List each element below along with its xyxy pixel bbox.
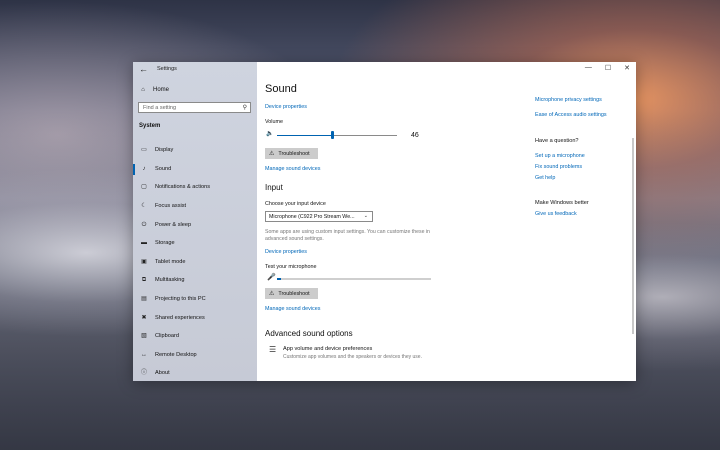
remote-desktop-icon: ↔: [141, 351, 147, 358]
storage-icon: ▬: [141, 240, 147, 247]
main-content: — ☐ ✕ Sound Device properties Volume 🔈 4…: [257, 62, 636, 381]
section-heading: System: [139, 123, 161, 129]
close-icon[interactable]: ✕: [624, 64, 630, 72]
sidebar-item-label: Power & sleep: [155, 221, 192, 228]
title-bar: ← Settings: [133, 62, 257, 78]
app-volume-option[interactable]: App volume and device preferences Custom…: [283, 346, 453, 364]
home-label: Home: [153, 87, 170, 93]
microphone-level-fill: [277, 278, 281, 280]
home-icon: ⌂: [141, 87, 145, 93]
get-help-link[interactable]: Get help: [535, 175, 555, 181]
power-icon: ⏻: [141, 221, 147, 228]
shared-experiences-icon: ✖: [141, 314, 147, 321]
output-manage-devices-link[interactable]: Manage sound devices: [265, 166, 320, 172]
chevron-down-icon: ⌄: [363, 213, 368, 219]
sidebar-item-focus-assist[interactable]: ☾ Focus assist: [133, 197, 257, 216]
sidebar-item-label: About: [155, 370, 170, 377]
output-troubleshoot-button[interactable]: ⚠ Troubleshoot: [265, 148, 318, 159]
input-device-dropdown[interactable]: Microphone (C922 Pro Stream We... ⌄: [265, 211, 373, 222]
sidebar-item-label: Notifications & actions: [155, 184, 211, 191]
test-microphone-label: Test your microphone: [265, 264, 317, 270]
sidebar: ← Settings ⌂ Home Find a setting ⚲ Syste…: [133, 62, 257, 381]
sidebar-item-clipboard[interactable]: ▧ Clipboard: [133, 327, 257, 346]
volume-slider-fill: [277, 135, 332, 136]
ease-of-access-audio-link[interactable]: Ease of Access audio settings: [535, 112, 607, 118]
input-note: Some apps are using custom input setting…: [265, 229, 430, 242]
app-volume-title: App volume and device preferences: [283, 346, 373, 352]
sidebar-item-notifications[interactable]: ▢ Notifications & actions: [133, 178, 257, 197]
give-feedback-link[interactable]: Give us feedback: [535, 211, 577, 217]
sidebar-nav: ▭ Display ♪ Sound ▢ Notifications & acti…: [133, 141, 257, 381]
settings-window: ← Settings ⌂ Home Find a setting ⚲ Syste…: [133, 62, 636, 381]
notifications-icon: ▢: [141, 184, 147, 191]
troubleshoot-label: Troubleshoot: [278, 150, 310, 157]
advanced-heading: Advanced sound options: [265, 329, 353, 338]
sidebar-item-remote-desktop[interactable]: ↔ Remote Desktop: [133, 346, 257, 365]
about-icon: ⓘ: [140, 370, 147, 377]
window-controls: — ☐ ✕: [585, 64, 630, 72]
back-arrow-icon[interactable]: ←: [139, 64, 148, 74]
sidebar-item-projecting[interactable]: ▤ Projecting to this PC: [133, 290, 257, 309]
warning-icon: ⚠: [269, 291, 275, 297]
input-device-selected: Microphone (C922 Pro Stream We...: [269, 213, 355, 220]
sidebar-item-label: Sound: [155, 165, 172, 172]
page-title: Sound: [265, 83, 297, 95]
sidebar-item-about[interactable]: ⓘ About: [133, 364, 257, 381]
clipboard-icon: ▧: [141, 333, 147, 340]
output-device-properties-link[interactable]: Device properties: [265, 104, 307, 110]
sidebar-item-label: Focus assist: [155, 203, 187, 210]
troubleshoot-label: Troubleshoot: [278, 290, 310, 297]
search-placeholder: Find a setting: [143, 105, 177, 111]
scrollbar[interactable]: [632, 138, 634, 334]
input-troubleshoot-button[interactable]: ⚠ Troubleshoot: [265, 288, 318, 299]
input-manage-devices-link[interactable]: Manage sound devices: [265, 306, 320, 312]
sidebar-item-label: Clipboard: [155, 333, 179, 340]
sidebar-item-display[interactable]: ▭ Display: [133, 141, 257, 160]
sidebar-item-label: Projecting to this PC: [155, 296, 206, 303]
input-device-properties-link[interactable]: Device properties: [265, 249, 307, 255]
volume-value: 46: [411, 132, 419, 139]
app-volume-desc: Customize app volumes and the speakers o…: [283, 354, 422, 360]
multitasking-icon: ⧉: [141, 277, 147, 284]
search-input[interactable]: Find a setting ⚲: [138, 102, 251, 113]
sidebar-item-label: Remote Desktop: [155, 351, 197, 358]
sidebar-item-sound[interactable]: ♪ Sound: [133, 160, 257, 179]
sidebar-item-storage[interactable]: ▬ Storage: [133, 234, 257, 253]
sidebar-item-power[interactable]: ⏻ Power & sleep: [133, 215, 257, 234]
microphone-privacy-link[interactable]: Microphone privacy settings: [535, 97, 602, 103]
fix-sound-problems-link[interactable]: Fix sound problems: [535, 164, 582, 170]
warning-icon: ⚠: [269, 151, 275, 157]
sidebar-item-label: Display: [155, 147, 174, 154]
speaker-icon: 🔈: [266, 131, 274, 137]
focus-assist-icon: ☾: [141, 203, 147, 210]
sidebar-item-home[interactable]: ⌂ Home: [137, 84, 253, 96]
sound-icon: ♪: [142, 165, 146, 172]
tablet-mode-icon: ▣: [141, 258, 147, 265]
microphone-level-meter: [277, 278, 431, 280]
volume-slider-thumb[interactable]: [331, 131, 334, 139]
sidebar-item-tablet-mode[interactable]: ▣ Tablet mode: [133, 253, 257, 272]
sidebar-item-label: Shared experiences: [155, 314, 205, 321]
sidebar-item-label: Multitasking: [155, 277, 185, 284]
setup-microphone-link[interactable]: Set up a microphone: [535, 153, 585, 159]
microphone-icon: 🎤: [267, 274, 276, 281]
volume-label: Volume: [265, 119, 283, 125]
display-icon: ▭: [141, 147, 147, 154]
sidebar-item-label: Storage: [155, 240, 175, 247]
window-title: Settings: [157, 66, 177, 72]
input-heading: Input: [265, 183, 283, 192]
maximize-icon[interactable]: ☐: [605, 64, 611, 72]
projecting-icon: ▤: [141, 296, 147, 303]
sidebar-item-multitasking[interactable]: ⧉ Multitasking: [133, 271, 257, 290]
sidebar-item-label: Tablet mode: [155, 258, 186, 265]
make-windows-better-heading: Make Windows better: [535, 200, 589, 206]
choose-input-label: Choose your input device: [265, 201, 326, 207]
minimize-icon[interactable]: —: [585, 64, 592, 72]
sidebar-item-shared-experiences[interactable]: ✖ Shared experiences: [133, 308, 257, 327]
app-volume-icon: ☰: [269, 345, 277, 354]
search-icon[interactable]: ⚲: [243, 104, 247, 111]
question-heading: Have a question?: [535, 138, 579, 144]
